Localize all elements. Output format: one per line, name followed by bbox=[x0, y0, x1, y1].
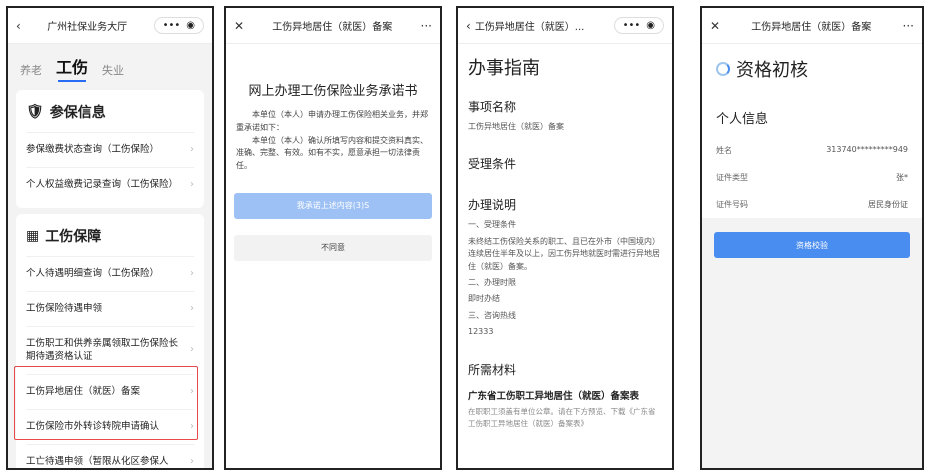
page-title: 办事指南 bbox=[468, 58, 540, 79]
nav-bar: ✕ 工伤异地居住（就医）备案 ··· bbox=[226, 8, 440, 44]
commitment-body: 本单位（本人）申请办理工伤保险相关业务，并郑重承诺如下： 本单位（本人）确认所填… bbox=[226, 99, 440, 183]
nav-title: 工伤异地居住（就医）备案 bbox=[751, 22, 872, 33]
screen-commitment: ✕ 工伤异地居住（就医）备案 ··· 网上办理工伤保险业务承诺书 本单位（本人）… bbox=[224, 6, 442, 470]
desc-text: 即时办结 bbox=[468, 294, 500, 304]
list-item[interactable]: 工亡待遇申领（暂限从化区参保人 › bbox=[26, 443, 194, 468]
info-label: 证件号码 bbox=[716, 200, 748, 209]
more-icon[interactable]: ··· bbox=[421, 19, 432, 33]
mini-program-capsule[interactable]: ••• ◉ bbox=[613, 17, 664, 34]
card-title: 参保信息 bbox=[49, 105, 106, 121]
info-label: 姓名 bbox=[716, 146, 732, 155]
info-row: 证件类型 张* bbox=[702, 164, 922, 191]
page-title: 资格初核 bbox=[702, 44, 922, 94]
desc-subtitle: 三、咨询热线 bbox=[468, 310, 516, 320]
list-item-label: 工伤保险待遇申领 bbox=[26, 303, 103, 315]
shield-icon: 🛡 bbox=[26, 104, 44, 120]
disagree-button[interactable]: 不同意 bbox=[234, 234, 432, 261]
material-note: 在职职工须盖有单位公章。请在下方预览、下载《广东省工伤职工异地居住（就医）备案表… bbox=[468, 406, 656, 428]
info-row: 姓名 313740*********949 bbox=[702, 137, 922, 164]
list-item[interactable]: 个人待遇明细查询（工伤保险） › bbox=[26, 256, 194, 291]
nav-title: 工伤异地居住（就医）备案 bbox=[272, 22, 393, 33]
section-heading: 事项名称 bbox=[468, 100, 517, 114]
close-target-icon[interactable]: ◉ bbox=[646, 20, 655, 31]
nav-title: 工伤异地居住（就医）... bbox=[474, 22, 585, 33]
desc-text: 12333 bbox=[468, 327, 494, 337]
nav-title: 广州社保业务大厅 bbox=[47, 22, 128, 33]
screen-guide: ‹ 工伤异地居住（就医）... ••• ◉ 办事指南 事项名称 工伤异地居住（就… bbox=[456, 6, 674, 470]
grid-icon: ▦ bbox=[26, 228, 40, 244]
list-item-label: 工伤职工和供养亲属领取工伤保险长期待遇资格认证 bbox=[26, 338, 179, 363]
tab-injury[interactable]: 工伤 bbox=[56, 54, 88, 82]
list-item-label: 个人权益缴费记录查询（工伤保险） bbox=[26, 179, 179, 191]
agree-button[interactable]: 我承诺上述内容(3)S bbox=[234, 192, 432, 219]
close-icon[interactable]: ✕ bbox=[710, 19, 720, 33]
list-item-label: 工亡待遇申领（暂限从化区参保人 bbox=[26, 455, 169, 467]
info-value: 居民身份证 bbox=[868, 200, 908, 209]
list-item-label: 参保缴费状态查询（工伤保险） bbox=[26, 144, 160, 156]
section-heading: 办理说明 bbox=[468, 198, 517, 213]
chevron-right-icon: › bbox=[190, 344, 194, 356]
nav-bar: ✕ 工伤异地居住（就医）备案 ··· bbox=[702, 8, 922, 44]
card-header: 🛡 参保信息 bbox=[26, 96, 194, 132]
info-row: 证件号码 居民身份证 bbox=[702, 191, 922, 218]
loading-icon bbox=[716, 62, 730, 76]
desc-text: 未终结工伤保险关系的职工、且已在外市（中国境内）连续居住半年及以上，因工伤异地就… bbox=[468, 236, 660, 271]
insurance-info-card: 🛡 参保信息 参保缴费状态查询（工伤保险） › 个人权益缴费记录查询（工伤保险） › bbox=[16, 90, 204, 208]
screen-qualification: ✕ 工伤异地居住（就医）备案 ··· 资格初核 个人信息 姓名 313740***… bbox=[700, 6, 924, 470]
card-header: ▦ 工伤保障 bbox=[26, 220, 194, 256]
desc-subtitle: 一、受理条件 bbox=[468, 220, 516, 230]
commitment-title: 网上办理工伤保险业务承诺书 bbox=[248, 84, 418, 99]
tab-pension[interactable]: 养老 bbox=[20, 62, 42, 78]
more-icon[interactable]: ••• bbox=[163, 20, 181, 31]
section-heading: 个人信息 bbox=[702, 94, 922, 137]
category-tabs: 养老 工伤 失业 bbox=[8, 44, 212, 84]
desc-subtitle: 二、办理时限 bbox=[468, 277, 516, 287]
commitment-paragraph: 本单位（本人）确认所填写内容和提交资料真实、准确、完整、有效。如有不实，愿意承担… bbox=[236, 135, 428, 171]
chevron-right-icon: › bbox=[190, 303, 194, 314]
more-icon[interactable]: ··· bbox=[903, 19, 914, 33]
mini-program-capsule[interactable]: ••• ◉ bbox=[153, 17, 204, 34]
info-value: 313740*********949 bbox=[826, 145, 908, 154]
tab-unemployment[interactable]: 失业 bbox=[102, 62, 124, 78]
material-name[interactable]: 广东省工伤职工异地居住（就医）备案表 bbox=[458, 382, 672, 406]
page-title-text: 资格初核 bbox=[736, 60, 808, 81]
highlight-box bbox=[14, 366, 198, 440]
card-title: 工伤保障 bbox=[45, 229, 102, 245]
close-icon[interactable]: ✕ bbox=[234, 19, 244, 33]
commitment-paragraph: 本单位（本人）申请办理工伤保险相关业务，并郑重承诺如下： bbox=[236, 110, 428, 132]
item-name: 工伤异地居住（就医）备案 bbox=[468, 122, 564, 131]
list-item[interactable]: 个人权益缴费记录查询（工伤保险） › bbox=[26, 167, 194, 202]
verify-button[interactable]: 资格校验 bbox=[714, 232, 910, 258]
chevron-right-icon: › bbox=[190, 268, 194, 279]
list-item[interactable]: 工伤保险待遇申领 › bbox=[26, 291, 194, 326]
nav-bar: ‹ 广州社保业务大厅 ••• ◉ bbox=[8, 8, 212, 44]
nav-bar: ‹ 工伤异地居住（就医）... ••• ◉ bbox=[458, 8, 672, 44]
chevron-right-icon: › bbox=[190, 455, 194, 467]
chevron-right-icon: › bbox=[190, 179, 194, 190]
info-label: 证件类型 bbox=[716, 173, 748, 182]
chevron-right-icon: › bbox=[190, 144, 194, 155]
close-target-icon[interactable]: ◉ bbox=[186, 20, 195, 31]
section-heading: 受理条件 bbox=[468, 157, 517, 172]
list-item-label: 个人待遇明细查询（工伤保险） bbox=[26, 268, 160, 280]
list-item[interactable]: 参保缴费状态查询（工伤保险） › bbox=[26, 132, 194, 167]
section-heading: 所需材料 bbox=[468, 362, 517, 377]
more-icon[interactable]: ••• bbox=[623, 20, 641, 31]
info-value: 张* bbox=[896, 173, 908, 182]
